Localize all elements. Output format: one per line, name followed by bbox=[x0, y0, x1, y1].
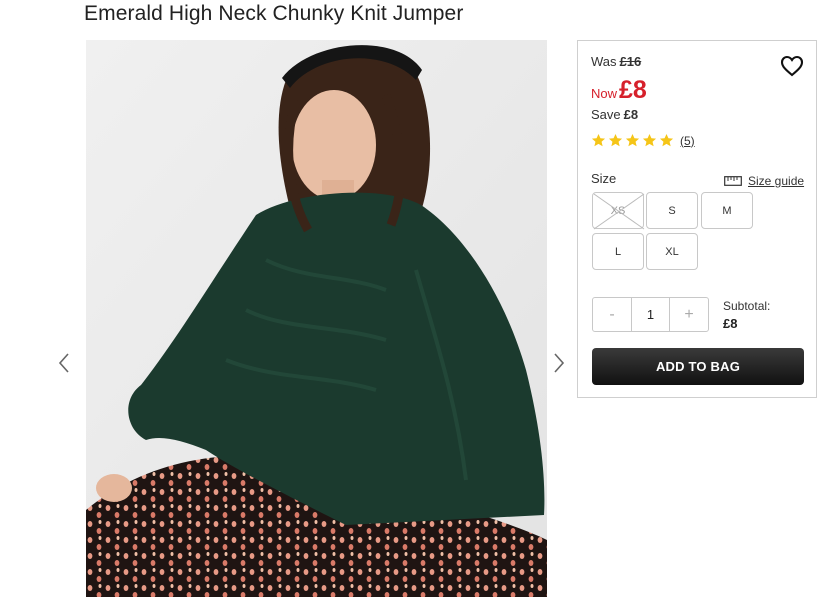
size-option-label: S bbox=[668, 204, 676, 217]
ruler-icon bbox=[724, 176, 742, 186]
quantity-input[interactable]: 1 bbox=[631, 298, 670, 331]
size-option-xl[interactable]: XL bbox=[646, 233, 698, 270]
now-label: Now bbox=[591, 86, 618, 101]
size-option-label: M bbox=[722, 204, 732, 217]
size-option-s[interactable]: S bbox=[646, 192, 698, 229]
gallery-next-button[interactable] bbox=[552, 352, 566, 374]
star-icon bbox=[625, 133, 640, 147]
purchase-panel: Was £16 Now£8 Save £8 (5) Size Size guide … bbox=[577, 40, 817, 398]
quantity-increase-button[interactable]: + bbox=[670, 298, 708, 331]
heart-outline-icon bbox=[780, 55, 804, 77]
star-icon bbox=[642, 133, 657, 147]
was-label: Was bbox=[591, 54, 617, 69]
unavailable-cross-icon bbox=[593, 193, 645, 230]
size-option-label: L bbox=[614, 245, 622, 258]
rating-stars: (5) bbox=[591, 133, 695, 148]
size-option-m[interactable]: M bbox=[701, 192, 753, 229]
size-option-xs[interactable]: XS bbox=[592, 192, 645, 230]
star-icon bbox=[591, 133, 606, 147]
quantity-stepper: - 1 + bbox=[592, 297, 709, 332]
was-price: £16 bbox=[619, 54, 642, 69]
review-count-link[interactable]: (5) bbox=[680, 134, 695, 148]
star-icon bbox=[608, 133, 623, 147]
size-guide-label: Size guide bbox=[748, 174, 805, 188]
save-amount: £8 bbox=[623, 107, 639, 122]
size-label: Size bbox=[591, 171, 617, 186]
was-price-row: Was £16 bbox=[591, 54, 641, 69]
chevron-left-icon bbox=[58, 353, 69, 373]
now-price-row: Now£8 bbox=[591, 76, 647, 105]
star-icon bbox=[659, 133, 674, 147]
subtotal-value: £8 bbox=[723, 316, 738, 331]
quantity-decrease-button[interactable]: - bbox=[593, 298, 631, 331]
gallery-prev-button[interactable] bbox=[57, 352, 71, 374]
save-row: Save £8 bbox=[591, 107, 638, 122]
product-image bbox=[86, 40, 547, 597]
size-option-l[interactable]: L bbox=[592, 233, 644, 270]
now-price: £8 bbox=[619, 76, 647, 104]
save-label: Save bbox=[591, 107, 621, 122]
wishlist-button[interactable] bbox=[780, 55, 804, 77]
size-guide-link[interactable]: Size guide bbox=[724, 174, 804, 188]
add-to-bag-button[interactable]: ADD TO BAG bbox=[592, 348, 804, 385]
size-option-label: XL bbox=[665, 245, 679, 258]
chevron-right-icon bbox=[554, 353, 565, 373]
product-title: Emerald High Neck Chunky Knit Jumper bbox=[84, 2, 464, 25]
subtotal-label: Subtotal: bbox=[723, 299, 771, 313]
